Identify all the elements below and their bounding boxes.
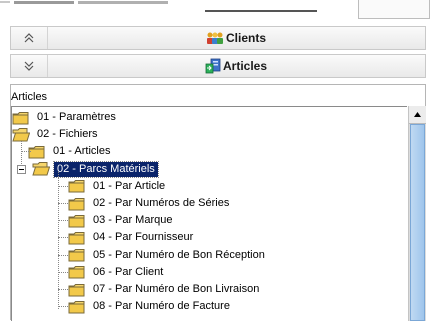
- tree-connector: [58, 185, 68, 187]
- open-folder-icon: [12, 127, 30, 142]
- tree-item[interactable]: 04 - Par Fournisseur: [68, 229, 196, 246]
- panel-title: Articles: [11, 91, 48, 103]
- tree-item[interactable]: 08 - Par Numéro de Facture: [68, 298, 233, 315]
- edge-fragment: [14, 1, 74, 4]
- folder-icon: [12, 111, 29, 124]
- edge-fragment: [78, 1, 168, 4]
- tree-connector: [21, 151, 31, 153]
- folder-icon: [68, 266, 85, 279]
- section-header-clients[interactable]: Clients: [47, 27, 425, 49]
- tree-item-label: 01 - Paramètres: [37, 111, 116, 123]
- section-label: Articles: [222, 59, 268, 73]
- tree-item-label: 08 - Par Numéro de Facture: [93, 300, 230, 313]
- tree-connector: [58, 220, 68, 222]
- collapse-node-icon[interactable]: [17, 164, 26, 174]
- folder-icon: [68, 197, 85, 210]
- tree-item-label: 04 - Par Fournisseur: [93, 231, 194, 244]
- tree-item-label: 02 - Parcs Matériels: [53, 160, 159, 178]
- edge-fragment: [0, 1, 10, 3]
- articles-tree[interactable]: 01 - Paramètres 02 - Fichiers 01 - Article…: [11, 106, 407, 321]
- section-bar-clients[interactable]: Clients: [10, 26, 426, 50]
- collapse-up-icon[interactable]: [11, 27, 48, 49]
- tree-item[interactable]: 05 - Par Numéro de Bon Réception: [68, 247, 268, 264]
- tree-item[interactable]: 02 - Parcs Matériels: [32, 160, 159, 178]
- tree-item-label: 02 - Par Numéros de Séries: [93, 197, 230, 209]
- scroll-thumb[interactable]: [410, 124, 425, 321]
- articles-panel: Articles 01 - Paramètres 02 - Fichiers 01 …: [10, 84, 426, 321]
- edge-line: [205, 10, 317, 12]
- section-label: Clients: [225, 31, 266, 45]
- tree-item[interactable]: 02 - Par Numéros de Séries: [68, 195, 232, 212]
- tree-connector: [58, 203, 68, 204]
- folder-icon: [68, 283, 85, 296]
- tree-item[interactable]: 02 - Fichiers: [12, 126, 101, 143]
- tree-connector: [58, 254, 68, 256]
- tree-item-label: 01 - Articles: [53, 145, 111, 158]
- folder-icon: [68, 231, 85, 245]
- tree-item-label: 01 - Par Article: [93, 179, 166, 192]
- vertical-scrollbar[interactable]: [408, 106, 426, 321]
- folder-icon: [68, 214, 85, 228]
- expand-down-icon[interactable]: [11, 55, 48, 77]
- folder-icon: [68, 249, 85, 262]
- clients-icon: [206, 32, 223, 44]
- tree-item-label: 02 - Fichiers: [37, 128, 98, 141]
- tree-item[interactable]: 01 - Articles: [28, 143, 113, 160]
- top-window-edge: [0, 0, 435, 22]
- tree-item[interactable]: 01 - Paramètres: [12, 109, 119, 126]
- scroll-up-button[interactable]: [409, 106, 426, 124]
- edge-box: [358, 0, 430, 19]
- folder-icon: [68, 300, 85, 314]
- tree-connector: [58, 306, 68, 308]
- tree-item[interactable]: 07 - Par Numéro de Bon Livraison: [68, 281, 262, 298]
- tree-item[interactable]: 01 - Par Article: [68, 178, 168, 195]
- tree-item-label: 06 - Par Client: [93, 265, 164, 278]
- section-bar-articles[interactable]: Articles: [10, 54, 426, 78]
- section-header-articles[interactable]: Articles: [47, 55, 425, 77]
- tree-item-label: 07 - Par Numéro de Bon Livraison: [93, 283, 260, 295]
- tree-connector: [58, 237, 68, 239]
- tree-item-label: 03 - Par Marque: [93, 214, 173, 227]
- articles-icon: [205, 58, 221, 74]
- tree-connector: [58, 271, 68, 273]
- tree-item-label: 05 - Par Numéro de Bon Réception: [93, 248, 265, 261]
- tree-item[interactable]: 06 - Par Client: [68, 264, 166, 281]
- tree-connector: [58, 289, 68, 290]
- tree-item[interactable]: 03 - Par Marque: [68, 212, 175, 229]
- folder-icon: [68, 180, 85, 193]
- open-folder-icon: [32, 162, 50, 176]
